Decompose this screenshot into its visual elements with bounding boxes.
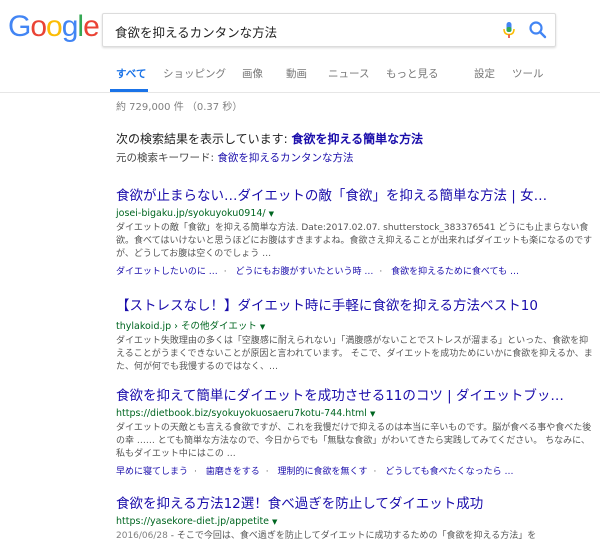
tab-images[interactable]: 画像 <box>242 66 263 81</box>
result-title[interactable]: 食欲を抑える方法12選！食べ過ぎを防止してダイエット成功 <box>116 492 596 512</box>
original-query-link[interactable]: 食欲を抑えるカンタンな方法 <box>217 152 353 164</box>
corrected-query-link[interactable]: 食欲を抑える簡単な方法 <box>292 132 424 146</box>
result-title[interactable]: 食欲が止まらない…ダイエットの敵「食欲」を抑える簡単な方法 | 女… <box>116 184 596 204</box>
result-url: https://yasekore-diet.jp/appetite ▼ <box>116 516 596 527</box>
logo-letter: o <box>46 10 63 43</box>
search-icon[interactable] <box>527 19 549 41</box>
result-date: 2016/06/28 <box>116 531 168 541</box>
result-snippet: ダイエットの天敵とも言える食欲ですが、これを我慢だけで抑えるのは本当に辛いもので… <box>116 423 592 459</box>
logo-letter: e <box>83 10 100 43</box>
sitelink-separator: · <box>194 467 197 477</box>
result-url: josei-bigaku.jp/syokuyoku0914/▼ <box>116 208 596 219</box>
logo-letter: o <box>30 10 47 43</box>
sitelink-separator: · <box>373 467 377 477</box>
search-input[interactable] <box>113 18 487 44</box>
tab-all[interactable]: すべて <box>116 66 146 81</box>
logo-letter: G <box>8 10 31 43</box>
sitelink-separator: · <box>379 267 383 277</box>
result-url-text: thylakoid.jp › その他ダイエット <box>116 321 257 332</box>
search-result: 食欲を抑えて簡単にダイエットを成功させる11のコツ | ダイエットブッ… htt… <box>116 384 596 477</box>
result-url: https://dietbook.biz/syokuyokuosaeru7kot… <box>116 408 596 419</box>
tab-tools[interactable]: ツール <box>512 66 544 81</box>
sitelink[interactable]: 食欲を抑えるために食べても … <box>391 267 519 277</box>
sitelink[interactable]: 歯磨きをする <box>206 467 260 477</box>
result-url-text: https://yasekore-diet.jp/appetite <box>116 516 270 527</box>
mic-icon[interactable] <box>499 20 519 40</box>
tab-shopping[interactable]: ショッピング <box>163 66 226 81</box>
search-result: 食欲を抑える方法12選！食べ過ぎを防止してダイエット成功 https://yas… <box>116 492 596 543</box>
result-url-text: https://dietbook.biz/syokuyokuosaeru7kot… <box>116 408 367 419</box>
original-prefix: 元の検索キーワード: <box>116 152 218 164</box>
result-title[interactable]: 【ストレスなし！】ダイエット時に手軽に食欲を抑える方法ベスト10 <box>116 294 596 314</box>
search-tabs: すべて ショッピング 画像 動画 ニュース もっと見る 設定 ツール <box>0 60 600 92</box>
result-url: thylakoid.jp › その他ダイエット ▼ <box>116 318 596 332</box>
sitelink[interactable]: 理制的に食欲を無くす <box>278 467 368 477</box>
search-result: 【ストレスなし！】ダイエット時に手軽に食欲を抑える方法ベスト10 thylako… <box>116 294 596 374</box>
sitelink-separator: · <box>265 467 269 477</box>
tab-news[interactable]: ニュース <box>328 66 369 81</box>
search-result: 食欲が止まらない…ダイエットの敵「食欲」を抑える簡単な方法 | 女… josei… <box>116 184 596 277</box>
result-url-text: josei-bigaku.jp/syokuyoku0914/ <box>116 208 266 219</box>
caret-down-icon[interactable]: ▼ <box>269 210 274 218</box>
caret-down-icon[interactable]: ▼ <box>272 518 277 526</box>
tab-settings[interactable]: 設定 <box>474 66 495 81</box>
correction-prefix: 次の検索結果を表示しています: <box>116 132 292 146</box>
result-snippet: ダイエットの敵「食欲」を抑える簡単な方法. Date:2017.02.07. s… <box>116 223 593 259</box>
search-box[interactable] <box>102 13 556 47</box>
header: Google すべて ショッピング 画像 動画 ニュース もっと見る 設定 ツー… <box>0 0 600 93</box>
result-title[interactable]: 食欲を抑えて簡単にダイエットを成功させる11のコツ | ダイエットブッ… <box>116 384 596 404</box>
caret-down-icon[interactable]: ▼ <box>260 323 265 331</box>
caret-down-icon[interactable]: ▼ <box>370 410 375 418</box>
logo-letter: g <box>61 10 79 43</box>
sitelink[interactable]: どうしても食べたくなったら … <box>385 467 513 477</box>
sitelink-separator: · <box>223 267 227 277</box>
result-sitelinks: 早めに寝てしまう · 歯磨きをする · 理制的に食欲を無くす · どうしても食べたくな… <box>116 464 596 477</box>
result-snippet: ダイエット失敗理由の多くは「空腹感に耐えられない」「満腹感がないことでストレスが… <box>116 336 593 372</box>
result-snippet: 2016/06/28 - そこで今回は、食べ過ぎを防止してダイエットに成功するた… <box>116 530 596 543</box>
result-sitelinks: ダイエットしたいのに … · どうにもお腹がすいたという時 … · 食欲を抑えるため… <box>116 264 596 277</box>
sitelink[interactable]: ダイエットしたいのに … <box>116 267 218 277</box>
spelling-correction: 次の検索結果を表示しています: 食欲を抑える簡単な方法 <box>116 130 423 147</box>
google-logo[interactable]: Google <box>8 10 100 44</box>
original-query: 元の検索キーワード: 食欲を抑えるカンタンな方法 <box>116 150 354 165</box>
tab-more[interactable]: もっと見る <box>386 66 439 81</box>
result-stats: 約 729,000 件 （0.37 秒） <box>116 102 243 113</box>
tab-videos[interactable]: 動画 <box>286 66 307 81</box>
result-snippet-text: - そこで今回は、食べ過ぎを防止してダイエットに成功するための「食欲を抑える方法… <box>170 531 537 541</box>
sitelink[interactable]: どうにもお腹がすいたという時 … <box>236 267 374 277</box>
active-tab-indicator <box>110 89 148 92</box>
sitelink[interactable]: 早めに寝てしまう <box>116 467 188 477</box>
